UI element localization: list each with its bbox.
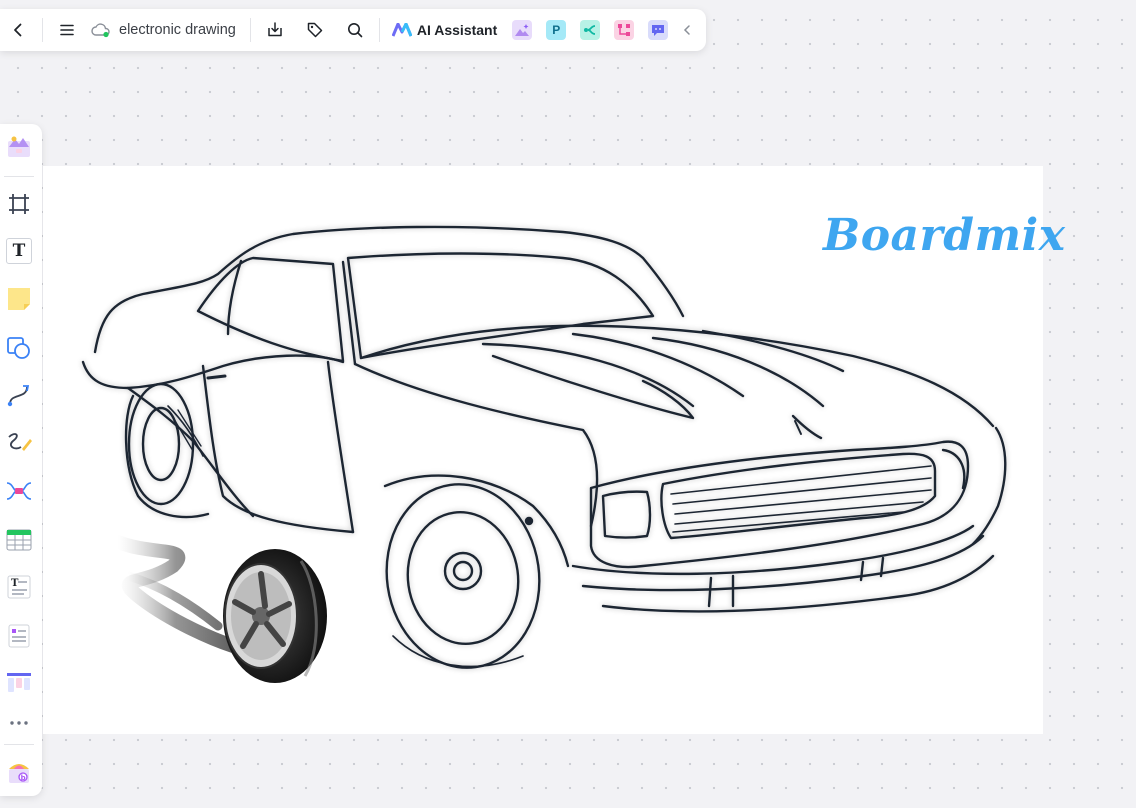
table-icon[interactable] — [3, 524, 35, 556]
top-toolbar: electronic drawing AI Assistant P — [0, 9, 706, 51]
mindmap-icon[interactable] — [3, 475, 35, 507]
download-icon — [268, 22, 282, 37]
toolbar-divider — [378, 18, 380, 42]
toolbar-divider — [249, 18, 251, 42]
plugin-icon[interactable]: b — [3, 756, 35, 788]
pen-icon[interactable] — [3, 427, 35, 459]
collapse-apps-button[interactable] — [675, 14, 699, 46]
tire-illustration — [111, 535, 327, 683]
template-icon[interactable] — [3, 131, 35, 163]
main-menu-button[interactable] — [49, 14, 85, 46]
ai-logo-icon — [391, 23, 412, 37]
presentation-app-icon[interactable]: P — [546, 20, 567, 40]
frame-icon[interactable] — [3, 188, 35, 220]
boardmix-watermark: Boardmix — [823, 210, 1066, 261]
tag-icon — [307, 22, 323, 38]
presentation-letter: P — [552, 23, 561, 37]
toolbar-divider — [42, 18, 43, 42]
download-button[interactable] — [257, 14, 293, 46]
ai-assistant-button[interactable]: AI Assistant — [386, 22, 505, 38]
connector-icon[interactable] — [3, 379, 35, 411]
chevron-left-icon — [14, 23, 22, 37]
toolbar-divider — [4, 744, 34, 745]
search-button[interactable] — [337, 14, 373, 46]
chevron-left-icon — [684, 25, 691, 35]
mindmap-app-icon[interactable] — [580, 20, 601, 40]
text-tool-letter: T — [12, 241, 26, 261]
svg-text:b: b — [21, 774, 26, 782]
left-toolbar: T T b — [0, 124, 42, 796]
sticky-note-icon[interactable] — [3, 283, 35, 315]
toolbar-divider — [4, 176, 34, 177]
text-tool-icon[interactable]: T — [3, 235, 35, 267]
document-title-area[interactable]: electronic drawing — [85, 22, 244, 38]
shape-icon[interactable] — [3, 332, 35, 364]
ai-assistant-label: AI Assistant — [416, 22, 498, 38]
search-icon — [347, 23, 363, 38]
cloud-sync-icon — [91, 23, 110, 38]
hamburger-menu-icon — [60, 24, 74, 36]
chat-app-icon[interactable] — [648, 20, 669, 40]
text-card-icon[interactable]: T — [3, 571, 35, 603]
svg-text:T: T — [11, 578, 19, 589]
canvas-image[interactable]: Boardmix — [43, 166, 1065, 734]
document-title[interactable]: electronic drawing — [119, 22, 236, 38]
tag-button[interactable] — [297, 14, 333, 46]
doc-card-icon[interactable] — [3, 620, 35, 652]
more-icon[interactable] — [3, 707, 35, 739]
flowchart-app-icon[interactable] — [614, 20, 635, 40]
kanban-icon[interactable] — [3, 667, 35, 699]
image-generator-app-icon[interactable] — [512, 20, 533, 40]
back-button[interactable] — [0, 14, 36, 46]
